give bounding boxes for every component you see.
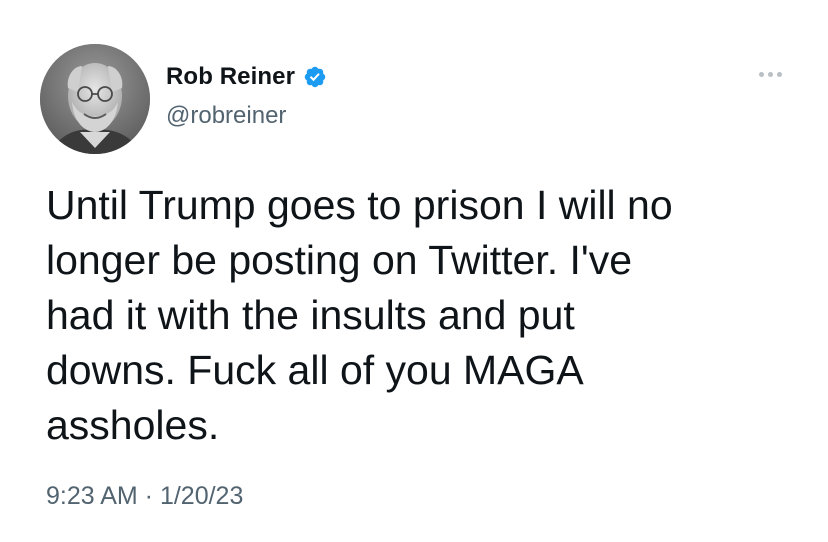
- author-handle[interactable]: @robreiner: [166, 102, 286, 130]
- avatar[interactable]: [40, 44, 150, 154]
- verified-badge-icon: [304, 66, 326, 88]
- more-options-button[interactable]: [752, 66, 788, 82]
- avatar-photo: [40, 44, 150, 154]
- author-name-row: Rob Reiner: [166, 62, 327, 92]
- tweet-timestamp[interactable]: 9:23 AM · 1/20/23: [46, 482, 243, 511]
- more-dots-icon: [776, 71, 782, 77]
- tweet-text: Until Trump goes to prison I will no lon…: [46, 182, 673, 448]
- display-name[interactable]: Rob Reiner: [166, 63, 295, 91]
- more-dots-icon: [758, 71, 764, 77]
- tweet-card: Rob Reiner @robreiner Until Trump goes t…: [0, 0, 828, 542]
- more-dots-icon: [767, 71, 773, 77]
